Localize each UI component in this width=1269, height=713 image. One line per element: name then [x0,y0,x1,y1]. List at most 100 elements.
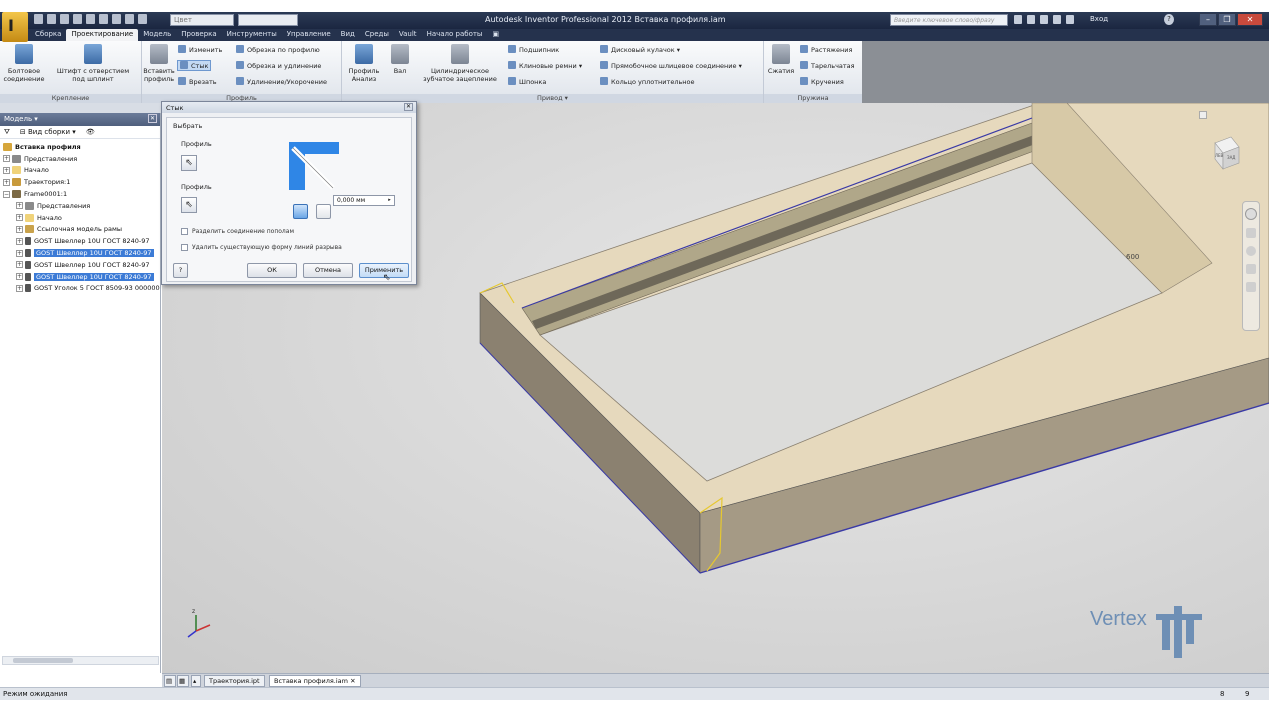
o-ring-button[interactable]: Кольцо уплотнительное [600,77,695,86]
save-icon[interactable] [60,14,69,24]
profile-analysis-button[interactable]: Профиль Анализ [346,44,382,83]
tab-model[interactable]: Модель [138,29,176,41]
ok-button[interactable]: ОК [247,263,297,278]
dialog-title-bar[interactable]: Стык ✕ [162,102,416,113]
bolted-connection-button[interactable]: Болтовое соединение [2,44,46,83]
expand-icon[interactable]: + [3,178,10,186]
tile-icon[interactable]: ▤ [164,675,176,687]
notch-button[interactable]: Врезать [178,77,217,86]
return-icon[interactable] [99,14,108,24]
find-icon[interactable]: 👁 [86,128,95,136]
belleville-spring-button[interactable]: Тарельчатая [800,61,855,70]
expand-icon[interactable]: + [3,166,10,174]
open-icon[interactable] [47,14,56,24]
profile2-select-button[interactable]: ⇖ [181,197,197,213]
tree-item[interactable]: + Представления [0,153,160,165]
browser-header[interactable]: Модель ▾ ✕ [0,113,160,126]
insert-frame-button[interactable]: Вставить профиль [142,44,176,83]
communication-icon[interactable] [1040,15,1048,24]
one-side-miter-button[interactable] [316,204,331,219]
bearing-button[interactable]: Подшипник [508,45,559,54]
browser-horizontal-scrollbar[interactable] [2,656,159,665]
tree-item[interactable]: + GOST Уголок 5 ГОСТ 8509-93 000000 [0,283,160,295]
binoculars-icon[interactable] [1014,15,1022,24]
expand-icon[interactable]: + [16,214,23,222]
redo-icon[interactable] [86,14,95,24]
close-icon[interactable]: ✕ [404,103,413,111]
filter-icon[interactable]: ⛛ [4,128,10,136]
expand-icon[interactable]: + [16,273,23,281]
tree-item-selected[interactable]: + GOST Швеллер 10U ГОСТ 8240-97 [0,247,160,259]
tree-item[interactable]: + GOST Швеллер 10U ГОСТ 8240-97 [0,259,160,271]
help-button[interactable]: ? [173,263,188,278]
steering-wheel-icon[interactable] [1245,208,1257,220]
cursor-icon[interactable] [138,14,147,24]
tab-menu-icon[interactable]: ▴ [191,675,201,687]
collapse-icon[interactable]: − [3,190,10,198]
color-combo[interactable]: Цвет [170,14,234,26]
extension-spring-button[interactable]: Растяжения [800,45,852,54]
ribbon-minimize-icon[interactable]: ▣ [487,29,504,41]
pan-icon[interactable] [1246,228,1256,238]
update-icon[interactable] [112,14,121,24]
sign-in-link[interactable]: Вход [1090,15,1108,23]
split-evenly-checkbox[interactable]: Разделить соединение пополам [181,228,294,235]
key-button[interactable]: Шпонка [508,77,546,86]
tab-vault[interactable]: Vault [394,29,422,41]
change-button[interactable]: Изменить [178,45,222,54]
expand-icon[interactable]: + [16,237,23,245]
tab-tools[interactable]: Инструменты [222,29,282,41]
viewcube[interactable]: ЛЕВ ЗАД [1207,133,1243,177]
tree-item[interactable]: − Frame0001:1 [0,188,160,200]
expand-icon[interactable]: + [16,225,23,233]
assembly-view-dropdown[interactable]: ⊟ Вид сборки ▾ [20,128,76,136]
trim-to-frame-button[interactable]: Обрезка по профилю [236,45,320,54]
close-icon[interactable]: ✕ [350,677,355,685]
trim-extend-button[interactable]: Обрезка и удлинение [236,61,321,70]
viewcube-back-label[interactable]: ЗАД [1227,155,1235,160]
home-view-icon[interactable] [1199,111,1207,119]
tab-manage[interactable]: Управление [282,29,336,41]
undo-icon[interactable] [73,14,82,24]
tree-item[interactable]: + Начало [0,165,160,177]
tree-item[interactable]: + Представления [0,200,160,212]
gap-value-input[interactable]: 0,000 мм ▸ [333,195,395,206]
new-icon[interactable] [34,14,43,24]
orbit-icon[interactable] [1246,264,1256,274]
application-menu-button[interactable]: I [2,12,28,42]
tree-item[interactable]: + Начало [0,212,160,224]
tab-assemble[interactable]: Сборка [30,29,66,41]
minimize-button[interactable]: – [1199,13,1217,26]
tree-item-selected[interactable]: + GOST Швеллер 10U ГОСТ 8240-97 [0,271,160,283]
tab-view[interactable]: Вид [336,29,360,41]
expand-icon[interactable]: + [16,261,23,269]
look-at-icon[interactable] [1246,282,1256,292]
torsion-spring-button[interactable]: Кручения [800,77,844,86]
tab-environments[interactable]: Среды [360,29,394,41]
checkbox-icon[interactable] [181,228,188,235]
viewcube-left-label[interactable]: ЛЕВ [1215,153,1223,158]
cascade-icon[interactable]: ▦ [177,675,189,687]
doc-tab-frame-insert[interactable]: Вставка профиля.iam ✕ [269,675,361,687]
flyout-arrow-icon[interactable]: ▸ [385,196,394,205]
expand-icon[interactable]: + [3,155,10,163]
v-belts-button[interactable]: Клиновые ремни ▾ [508,61,582,70]
tab-inspect[interactable]: Проверка [176,29,221,41]
miter-joint-button[interactable]: Стык [177,60,212,71]
parallel-splines-button[interactable]: Прямобочное шлицевое соединение ▾ [600,61,742,70]
select-icon[interactable] [125,14,134,24]
cancel-button[interactable]: Отмена [303,263,353,278]
favorites-icon[interactable] [1053,15,1061,24]
restore-button[interactable]: ❐ [1218,13,1236,26]
shaft-button[interactable]: Вал [388,44,412,75]
spur-gear-button[interactable]: Цилиндрическое зубчатое зацепление [420,44,500,83]
tab-get-started[interactable]: Начало работы [422,29,488,41]
tree-item-root[interactable]: Вставка профиля [0,141,160,153]
remove-existing-cut-checkbox[interactable]: Удалить существующую форму линий разрыва [181,244,342,251]
tree-item[interactable]: + Ссылочная модель рамы [0,224,160,236]
profile1-select-button[interactable]: ⇖ [181,155,197,171]
tab-design[interactable]: Проектирование [66,29,139,41]
clevis-pin-button[interactable]: Штифт с отверстием под шплинт [52,44,134,83]
fx-combo[interactable] [238,14,298,26]
tree-item[interactable]: + Траектория:1 [0,176,160,188]
